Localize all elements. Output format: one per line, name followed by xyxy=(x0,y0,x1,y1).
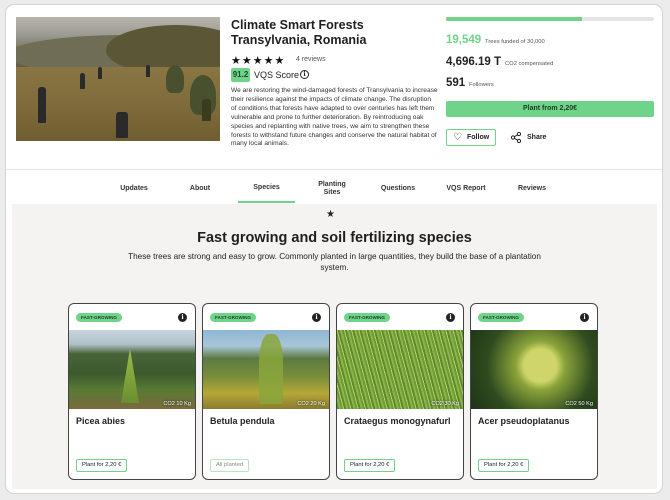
species-card[interactable]: FAST-GROWING i CO2 50 Kg Acer pseudoplat… xyxy=(470,303,598,480)
fast-growing-tag: FAST-GROWING xyxy=(210,313,256,322)
tab-updates[interactable]: Updates xyxy=(106,175,162,203)
info-icon[interactable]: i xyxy=(312,313,321,322)
species-card[interactable]: FAST-GROWING i CO2 30 Kg Crataegus monog… xyxy=(336,303,464,480)
followers-label: Followers xyxy=(469,82,494,88)
species-section-title: Fast growing and soil fertilizing specie… xyxy=(197,230,472,246)
share-button[interactable]: Share xyxy=(505,129,553,146)
fast-growing-tag: FAST-GROWING xyxy=(76,313,122,322)
tab-species[interactable]: Species xyxy=(238,175,295,203)
species-card[interactable]: FAST-GROWING i CO2 10 Kg Picea abies Pla… xyxy=(68,303,196,480)
plant-species-button[interactable]: Plant for 2,20 € xyxy=(76,459,128,472)
trees-funded-count: 19,549 xyxy=(446,34,482,46)
project-page: Climate Smart Forests Transylvania, Roma… xyxy=(5,4,663,494)
species-name: Picea abies xyxy=(76,416,126,426)
tab-vqs-report[interactable]: VQS Report xyxy=(436,175,496,203)
species-co2: CO2 20 Kg xyxy=(297,401,325,407)
tab-reviews[interactable]: Reviews xyxy=(504,175,560,203)
vqs-score-label: VQS Score xyxy=(254,70,300,80)
plant-from-button[interactable]: Plant from 2,20€ xyxy=(446,101,654,117)
tab-about[interactable]: About xyxy=(172,175,228,203)
species-photo: CO2 50 Kg xyxy=(471,330,597,409)
fast-growing-tag: FAST-GROWING xyxy=(478,313,524,322)
heart-icon: ♡ xyxy=(453,132,462,143)
info-icon[interactable]: i xyxy=(178,313,187,322)
funding-progress-bar xyxy=(446,17,654,21)
vqs-info-icon[interactable]: i xyxy=(300,70,309,79)
project-title: Climate Smart Forests Transylvania, Roma… xyxy=(231,18,367,47)
species-name: Crataegus monogynafurl xyxy=(344,416,451,426)
funding-progress-fill xyxy=(446,17,582,21)
all-planted-button: All planted xyxy=(210,459,250,472)
follow-button[interactable]: ♡ Follow xyxy=(446,129,496,146)
species-co2: CO2 10 Kg xyxy=(163,401,191,407)
reviews-link[interactable]: 4 reviews xyxy=(296,56,326,63)
species-card[interactable]: FAST-GROWING i CO2 20 Kg Betula pendula … xyxy=(202,303,330,480)
species-photo: CO2 10 Kg xyxy=(69,330,195,409)
co2-compensated-value: 4,696.19 T xyxy=(446,56,501,68)
vqs-score-badge: 91.2 xyxy=(231,68,250,82)
species-name: Betula pendula xyxy=(210,416,275,426)
followers-count: 591 xyxy=(446,77,466,89)
tab-planting-sites-label: Planting Sites xyxy=(318,181,346,196)
share-label: Share xyxy=(527,134,547,141)
follow-label: Follow xyxy=(467,134,490,141)
plant-species-button[interactable]: Plant for 2,20 € xyxy=(344,459,396,472)
species-co2: CO2 30 Kg xyxy=(431,401,459,407)
species-section-subtitle: These trees are strong and easy to grow.… xyxy=(128,252,541,272)
info-icon[interactable]: i xyxy=(446,313,455,322)
project-description: We are restoring the wind-damaged forest… xyxy=(231,87,438,148)
plant-species-button[interactable]: Plant for 2,20 € xyxy=(478,459,530,472)
co2-compensated-label: CO2 compensated xyxy=(505,61,554,67)
rating-stars: ★★★★★ xyxy=(231,55,286,67)
fast-growing-tag: FAST-GROWING xyxy=(344,313,390,322)
tab-questions[interactable]: Questions xyxy=(368,175,428,203)
species-section: ★ Fast growing and soil fertilizing spec… xyxy=(12,204,657,489)
species-co2: CO2 50 Kg xyxy=(565,401,593,407)
project-hero-image xyxy=(16,17,220,141)
header-divider xyxy=(6,169,662,170)
info-icon[interactable]: i xyxy=(580,313,589,322)
species-photo: CO2 30 Kg xyxy=(337,330,463,409)
share-icon xyxy=(511,132,521,143)
star-icon: ★ xyxy=(326,209,335,220)
species-name: Acer pseudoplatanus xyxy=(478,416,570,426)
trees-funded-label: Trees funded of 30,000 xyxy=(485,39,545,45)
tab-planting-sites[interactable]: Planting Sites xyxy=(306,175,358,203)
species-photo: CO2 20 Kg xyxy=(203,330,329,409)
